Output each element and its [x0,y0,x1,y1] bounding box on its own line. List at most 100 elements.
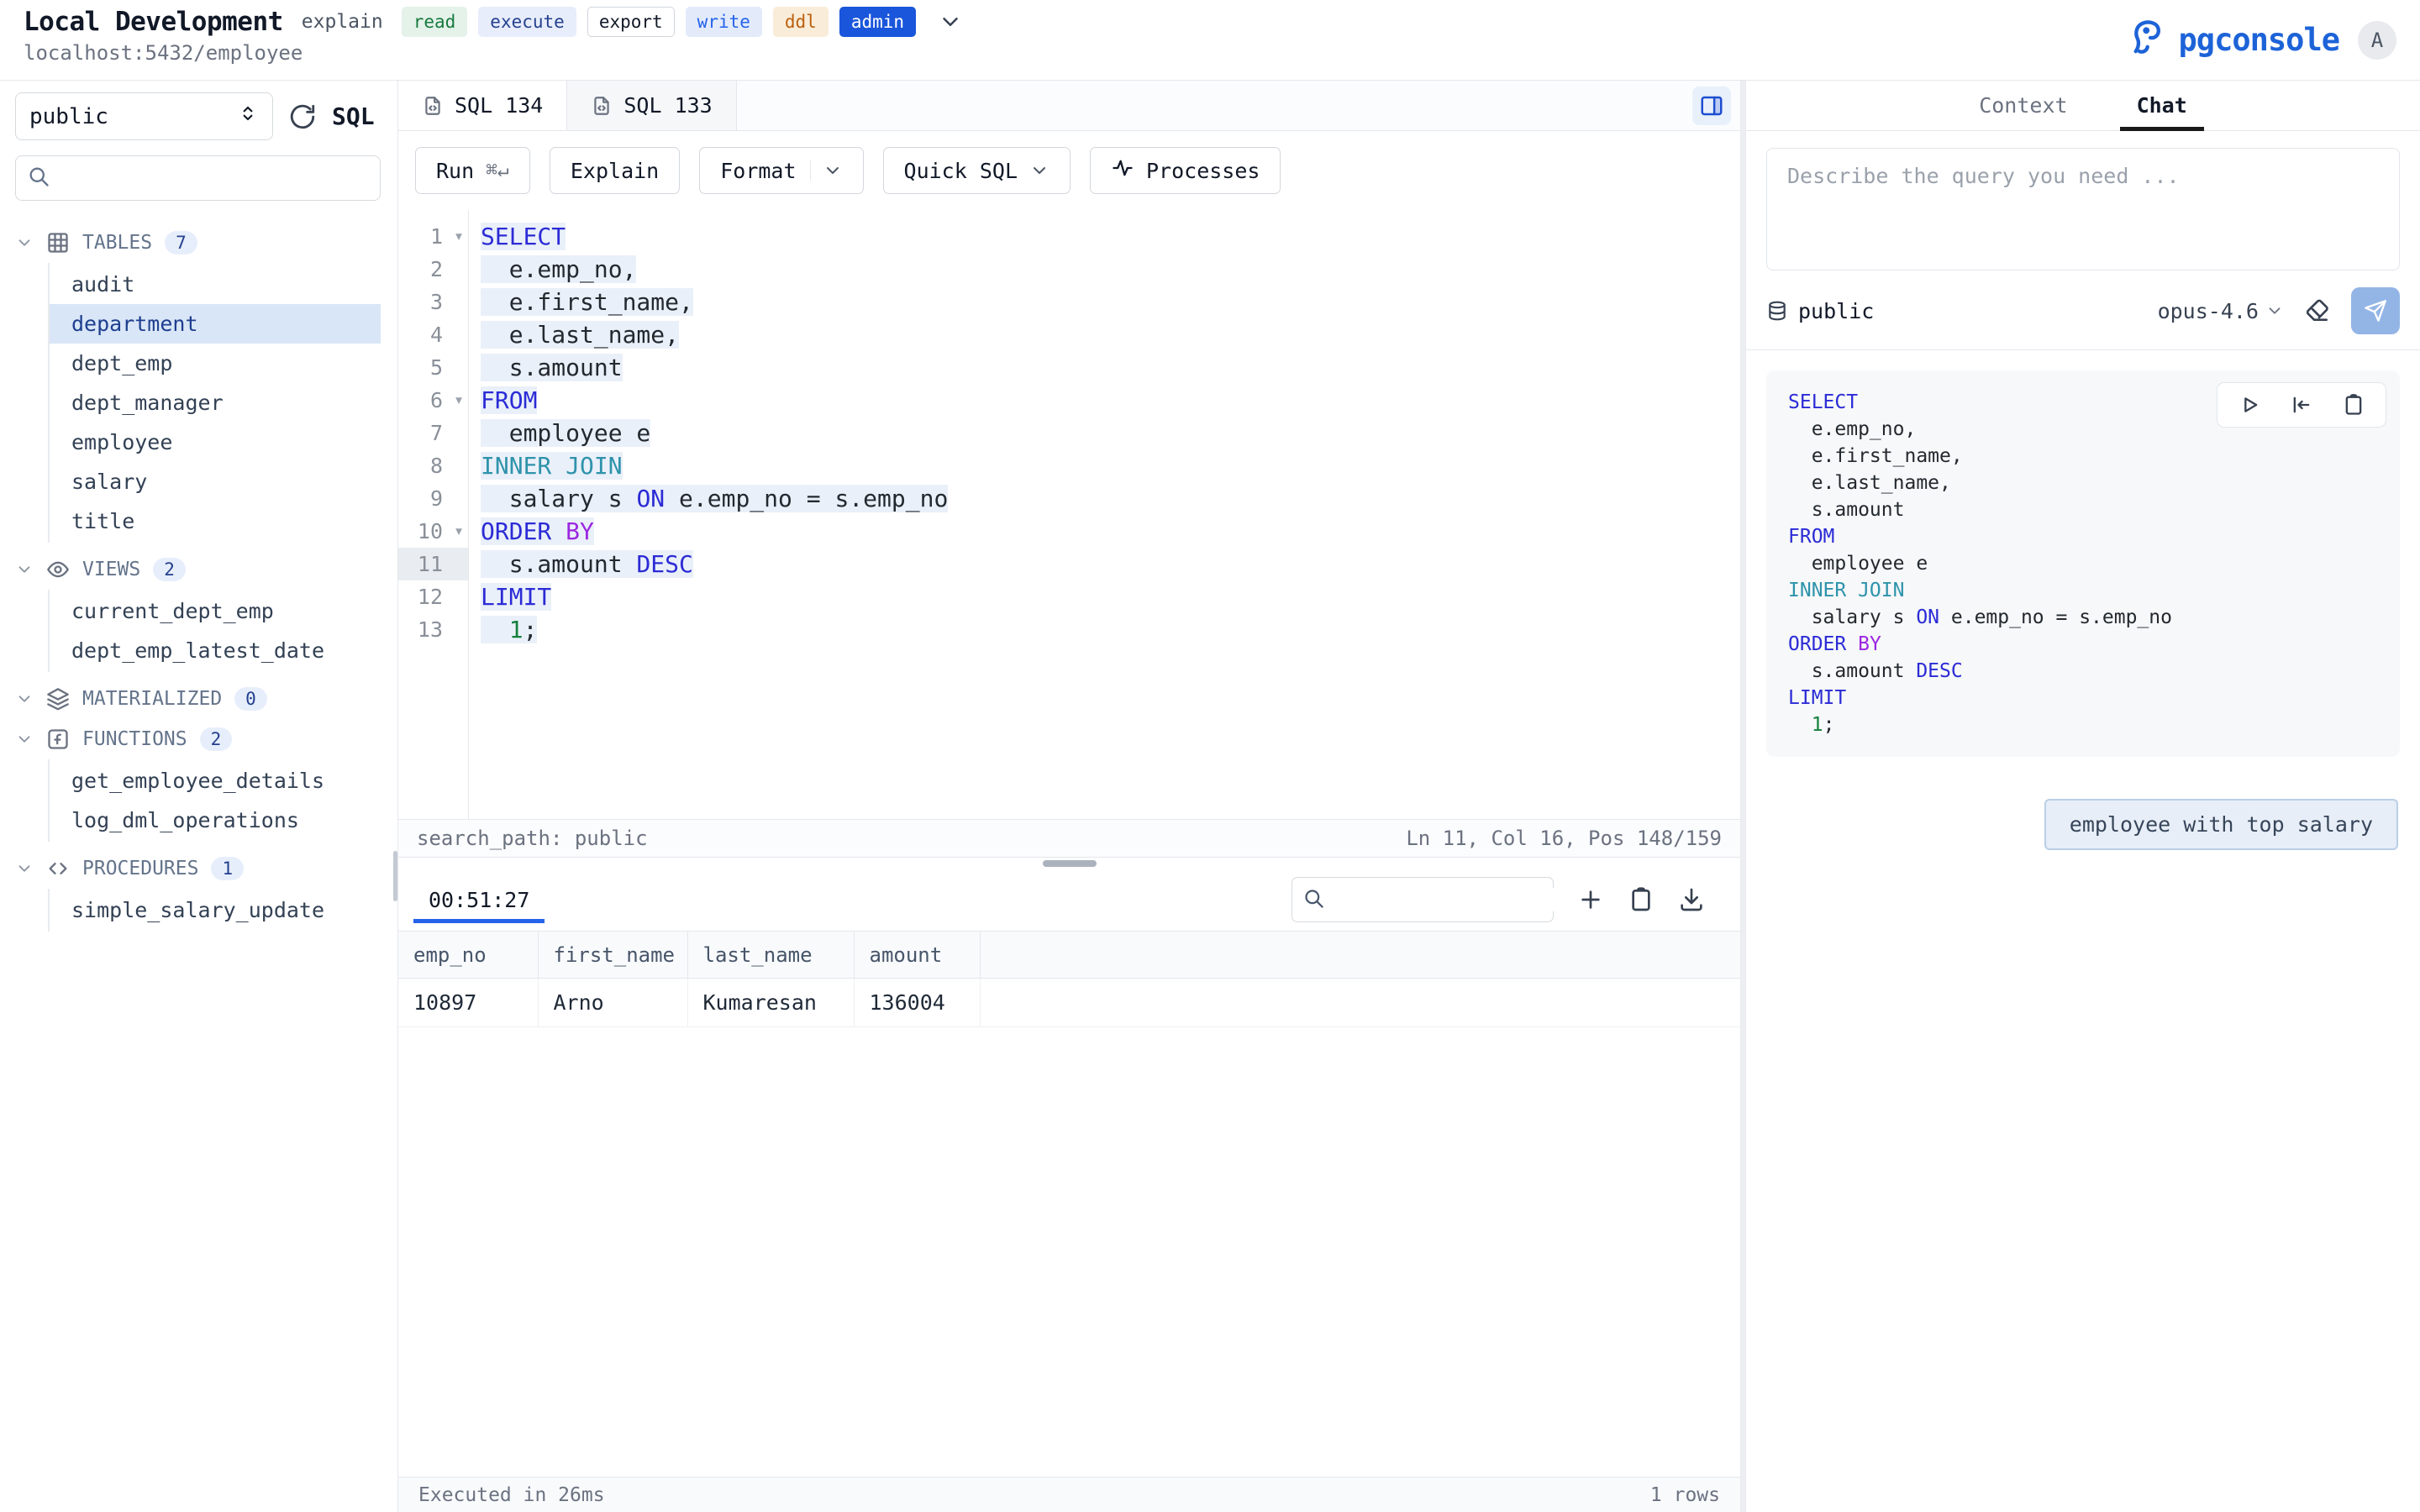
tree-item-dept_emp[interactable]: dept_emp [50,344,381,383]
tree-section-count: 0 [234,687,267,711]
processes-button[interactable]: Processes [1090,147,1281,194]
table-cell: Arno [538,979,687,1027]
tree-section-functions[interactable]: FUNCTIONS2 [15,719,381,759]
assistant-code-line-7: employee e [1788,550,2378,577]
fold-marker-icon[interactable]: ▼ [455,230,462,243]
tree-item-dept_emp_latest_date[interactable]: dept_emp_latest_date [50,631,381,670]
results-table: emp_nofirst_namelast_nameamount 10897Arn… [398,931,1740,1027]
tree-section-count: 2 [153,558,186,581]
schema-select[interactable]: public [15,92,273,140]
assistant-tab-chat[interactable]: Chat [2132,81,2192,130]
chat-composer: public opus-4.6 [1746,131,2420,350]
context-schema-label: public [1798,299,1874,323]
code-line-6: FROM [481,384,1740,417]
splitter-drag-handle[interactable] [1043,860,1097,867]
code-line-4: e.last_name, [481,318,1740,351]
tree-item-salary[interactable]: salary [50,462,381,501]
tree-section-count: 1 [211,857,244,880]
pane-splitter [398,858,1740,869]
format-button[interactable]: Format [699,147,863,194]
code-line-5: s.amount [481,351,1740,384]
table-grid-icon [46,231,70,255]
column-header-first_name[interactable]: first_name [538,932,687,979]
model-select[interactable]: opus-4.6 [2158,299,2284,323]
gutter-line-2: 2 [398,253,468,286]
tree-item-department[interactable]: department [50,304,381,344]
sql-editor[interactable]: 1▼23456▼78910▼111213 SELECT e.emp_no, e.… [398,210,1740,819]
quick-sql-button[interactable]: Quick SQL [883,147,1071,194]
column-header-last_name[interactable]: last_name [687,932,854,979]
avatar[interactable]: A [2358,21,2396,60]
clear-chat-button[interactable] [2304,297,2331,324]
tab-sql-133[interactable]: SQL 133 [567,81,736,130]
table-row[interactable]: 10897ArnoKumaresan136004 [398,979,1740,1027]
run-button[interactable]: Run ⌘↵ [415,147,530,194]
code-line-12: LIMIT [481,580,1740,613]
fold-marker-icon[interactable]: ▼ [455,394,462,407]
download-results-button[interactable] [1678,886,1705,913]
results-search[interactable] [1292,877,1554,922]
tree-item-audit[interactable]: audit [50,265,381,304]
chevron-down-icon [15,730,34,748]
tab-sql-134[interactable]: SQL 134 [398,81,567,130]
tree-item-current_dept_emp[interactable]: current_dept_emp [50,591,381,631]
column-header-amount[interactable]: amount [854,932,980,979]
tree-item-employee[interactable]: employee [50,423,381,462]
result-timer-tab[interactable]: 00:51:27 [407,869,551,931]
tree-section-views[interactable]: VIEWS2 [15,549,381,590]
copy-results-button[interactable] [1628,886,1655,913]
assistant-tab-context[interactable]: Context [1974,81,2072,130]
fold-marker-icon[interactable]: ▼ [455,525,462,538]
chevron-down-icon[interactable] [938,9,963,34]
copy-snippet-button[interactable] [2342,393,2365,417]
chat-input[interactable] [1766,148,2400,270]
user-message-bubble: employee with top salary [2044,799,2398,850]
tree-section-tables[interactable]: TABLES7 [15,223,381,263]
tree-section-procedures[interactable]: PROCEDURES1 [15,848,381,889]
tree-section-materialized[interactable]: MATERIALIZED0 [15,679,381,719]
results-empty-area [398,1027,1740,1477]
pulse-icon [1111,156,1134,185]
results-search-input[interactable] [1332,888,1589,911]
table-cell: Kumaresan [687,979,854,1027]
function-square-icon [46,727,70,751]
insert-to-editor-button[interactable] [2290,393,2313,417]
send-button[interactable] [2351,287,2400,334]
refresh-button[interactable] [288,102,317,131]
toggle-right-panel-button[interactable] [1692,87,1731,125]
gutter-line-12: 12 [398,580,468,613]
tree-item-log_dml_operations[interactable]: log_dml_operations [50,801,381,840]
editor-pane: SQL 134SQL 133 Run ⌘↵ Explain Format Qui… [398,81,1740,1512]
sql-mode-label[interactable]: SQL [332,102,375,130]
add-tab-button[interactable] [1577,886,1604,913]
top-header: Local Development explain readexecuteexp… [0,0,2420,81]
assistant-code-line-10: ORDER BY [1788,631,2378,658]
tree-item-dept_manager[interactable]: dept_manager [50,383,381,423]
code-line-8: INNER JOIN [481,449,1740,482]
tree-item-simple_salary_update[interactable]: simple_salary_update [50,890,381,930]
tree-item-get_employee_details[interactable]: get_employee_details [50,761,381,801]
cursor-position-label: Ln 11, Col 16, Pos 148/159 [1406,827,1722,850]
code-line-9: salary s ON e.emp_no = s.emp_no [481,482,1740,515]
sidebar-scrollbar-thumb[interactable] [393,851,397,901]
assistant-code-line-8: INNER JOIN [1788,577,2378,604]
logo-text: pgconsole [2179,22,2339,58]
explain-button[interactable]: Explain [550,147,680,194]
panel-divider[interactable] [1740,81,1746,1512]
app-logo: pgconsole [2128,17,2339,64]
gutter-line-1: 1▼ [398,220,468,253]
schema-select-value: public [29,104,108,129]
tree-item-title[interactable]: title [50,501,381,541]
chevron-down-icon[interactable] [810,160,843,181]
permission-badge-export: export [587,7,675,37]
angle-brackets-icon [46,857,70,880]
code-line-10: ORDER BY [481,515,1740,548]
gutter-line-13: 13 [398,613,468,646]
code-line-7: employee e [481,417,1740,449]
sidebar-search[interactable] [15,155,381,201]
run-snippet-button[interactable] [2238,393,2261,417]
column-header-emp_no[interactable]: emp_no [398,932,538,979]
sidebar-search-input[interactable] [59,166,369,190]
editor-code[interactable]: SELECT e.emp_no, e.first_name, e.last_na… [469,210,1740,819]
results-footer: Executed in 26ms 1 rows [398,1477,1740,1512]
